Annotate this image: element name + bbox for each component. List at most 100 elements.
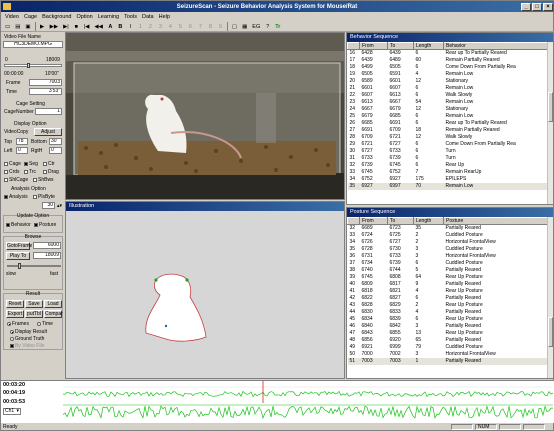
bottom-field[interactable]: 30 [49, 138, 62, 145]
behavior-row[interactable]: 34 6752 6927 175 EPILEPS [348, 176, 548, 183]
time-radio[interactable]: Time [37, 321, 53, 327]
posture-row[interactable]: 46 6840 6842 3 Partially Reared [348, 323, 548, 330]
save-button[interactable]: Save [25, 300, 43, 308]
plsbyte-checkbox[interactable]: PlsByte [33, 194, 55, 200]
drag-checkbox[interactable]: Drag [43, 169, 59, 175]
menu-background[interactable]: Background [42, 14, 71, 20]
menu-help[interactable]: Help [159, 14, 170, 20]
behavior-checkbox[interactable]: Behavior [6, 222, 31, 228]
behavior-row[interactable]: 21 6601 6607 6 Remain Low [348, 85, 548, 92]
posture-row[interactable]: 33 6724 6725 2 Cuddled Posture [348, 232, 548, 239]
behavior-row[interactable]: 32 6739 6745 6 Rear Up [348, 162, 548, 169]
posture-row[interactable]: 32 6689 6723 35 Partially Reared [348, 225, 548, 233]
behavior-row[interactable]: 24 6667 6679 12 Stationary [348, 106, 548, 113]
behavior-row[interactable]: 29 6721 6727 6 Come Down From Partially Rea [348, 141, 548, 148]
tool-5-button[interactable]: 5 [176, 22, 185, 31]
checkbox-box[interactable] [4, 170, 8, 174]
goto-frame-button[interactable]: GotoFrame [6, 242, 32, 250]
posture-row[interactable]: 40 6809 6817 9 Partially Reared [348, 281, 548, 288]
checkbox-box[interactable] [24, 170, 28, 174]
col-index[interactable] [347, 217, 360, 225]
behavior-row[interactable]: 23 6613 6667 54 Remain Low [348, 99, 548, 106]
step-back-icon[interactable]: |◀ [82, 22, 92, 31]
close-button[interactable]: × [543, 2, 553, 11]
col-posture[interactable]: Posture [443, 217, 548, 225]
col-to[interactable]: To [387, 217, 414, 225]
posture-row[interactable]: 44 6830 6833 4 Partially Reared [348, 309, 548, 316]
export-button[interactable]: Export [6, 310, 24, 318]
behavior-row[interactable]: 31 6733 6739 6 Turn [348, 155, 548, 162]
behavior-row[interactable]: 33 6745 6752 7 Remain RearUp [348, 169, 548, 176]
right-field[interactable]: 0 [49, 147, 62, 154]
radio-dot[interactable] [10, 337, 14, 341]
ground-truth-radio[interactable]: Ground Truth [10, 336, 44, 342]
shlcage-checkbox[interactable]: ShlCage [4, 177, 28, 183]
timeline-panel[interactable]: 00:03:20 00:04:19 00:03:53 Ch1 ▾ [1, 380, 554, 423]
tool-i-button[interactable]: I [126, 22, 135, 31]
posture-row[interactable]: 48 6856 6920 65 Partially Reared [348, 337, 548, 344]
menu-option[interactable]: Option [76, 14, 92, 20]
spin-icon[interactable]: ▴▾ [57, 203, 62, 209]
eg-button[interactable]: EG [250, 22, 262, 31]
save-icon[interactable]: ▣ [23, 22, 32, 31]
question-icon[interactable]: ? [263, 22, 272, 31]
cage-number-field[interactable]: 1 [35, 108, 62, 115]
time-field[interactable]: 3'53" [29, 88, 62, 95]
behavior-row[interactable]: 17 6439 6489 60 Remain Partially Reared [348, 57, 548, 64]
signal-plot[interactable] [63, 381, 553, 423]
left-field[interactable]: 0 [16, 147, 28, 154]
posture-row[interactable]: 49 6921 6999 79 Cuddled Posture [348, 344, 548, 351]
checkbox-box[interactable] [43, 162, 47, 166]
menu-video[interactable]: Video [5, 14, 19, 20]
behavior-row[interactable]: 20 6589 6601 12 Stationary [348, 78, 548, 85]
grid-icon[interactable]: ▦ [240, 22, 249, 31]
rewind-icon[interactable]: ◀◀ [92, 22, 104, 31]
col-length[interactable]: Length [413, 217, 444, 225]
behavior-row[interactable]: 25 6679 6685 6 Remain Low [348, 113, 548, 120]
play-icon[interactable]: ▶ [38, 22, 47, 31]
behavior-scrollbar-thumb[interactable] [548, 92, 553, 122]
window-icon[interactable]: ▢ [230, 22, 239, 31]
crds-checkbox[interactable]: Crds [4, 169, 20, 175]
adjust-button[interactable]: Adjust [34, 128, 62, 136]
checkbox-box[interactable] [4, 178, 8, 182]
posture-checkbox[interactable]: Posture [34, 222, 56, 228]
behavior-row[interactable]: 18 6499 6505 6 Come Down From Partially Rea [348, 64, 548, 71]
video-frame[interactable] [65, 32, 345, 200]
goto-frame-field[interactable]: 6000 [33, 242, 61, 249]
posture-row[interactable]: 41 6818 6821 4 Rear Up Posture [348, 288, 548, 295]
seg-checkbox[interactable]: Seg [24, 161, 38, 167]
tool-9-button[interactable]: 9 [216, 22, 225, 31]
frames-radio[interactable]: Frames [7, 321, 29, 327]
stop-icon[interactable]: ■ [72, 22, 81, 31]
tool-1-button[interactable]: 1 [136, 22, 145, 31]
top-field[interactable]: 78 [16, 138, 28, 145]
radio-dot[interactable] [7, 322, 11, 326]
posture-row[interactable]: 45 6834 6839 6 Rear Up Posture [348, 316, 548, 323]
checkbox-box[interactable] [43, 170, 47, 174]
compare-button[interactable]: Compar [44, 310, 63, 318]
behavior-row[interactable]: 28 6709 6721 12 Walk Slowly [348, 134, 548, 141]
video-file-name-field[interactable]: HC3DEMO.MPG [3, 41, 63, 48]
col-from[interactable]: From [359, 42, 388, 50]
posture-row[interactable]: 42 6822 6827 6 Partially Reared [348, 295, 548, 302]
step-forward-icon[interactable]: ▶| [61, 22, 71, 31]
reset-button[interactable]: Reset [6, 300, 24, 308]
posture-row[interactable]: 38 6740 6744 5 Partially Reared [348, 267, 548, 274]
posture-row[interactable]: 51 7003 7003 1 Partially Reared [347, 358, 548, 365]
posture-row[interactable]: 39 6745 6808 64 Rear Up Posture [348, 274, 548, 281]
checkbox-box[interactable] [4, 195, 8, 199]
checkbox-box[interactable] [10, 344, 14, 348]
load-button[interactable]: Load [44, 300, 62, 308]
checkbox-box[interactable] [33, 178, 37, 182]
tr-button[interactable]: Tr [273, 22, 282, 31]
posture-row[interactable]: 47 6843 6855 13 Rear Up Posture [348, 330, 548, 337]
behavior-row[interactable]: 26 6685 6691 6 Rear up To Partially Reared [348, 120, 548, 127]
behavior-row[interactable]: 35 6927 6997 70 Remain Low [347, 183, 548, 190]
menu-data[interactable]: Data [142, 14, 154, 20]
put-table-button[interactable]: putTbl [25, 310, 43, 318]
menu-tools[interactable]: Tools [124, 14, 137, 20]
posture-row[interactable]: 50 7000 7002 3 Horizontal FrontalView [348, 351, 548, 358]
speed-slider[interactable] [7, 263, 61, 269]
position-slider-thumb[interactable] [27, 63, 30, 68]
